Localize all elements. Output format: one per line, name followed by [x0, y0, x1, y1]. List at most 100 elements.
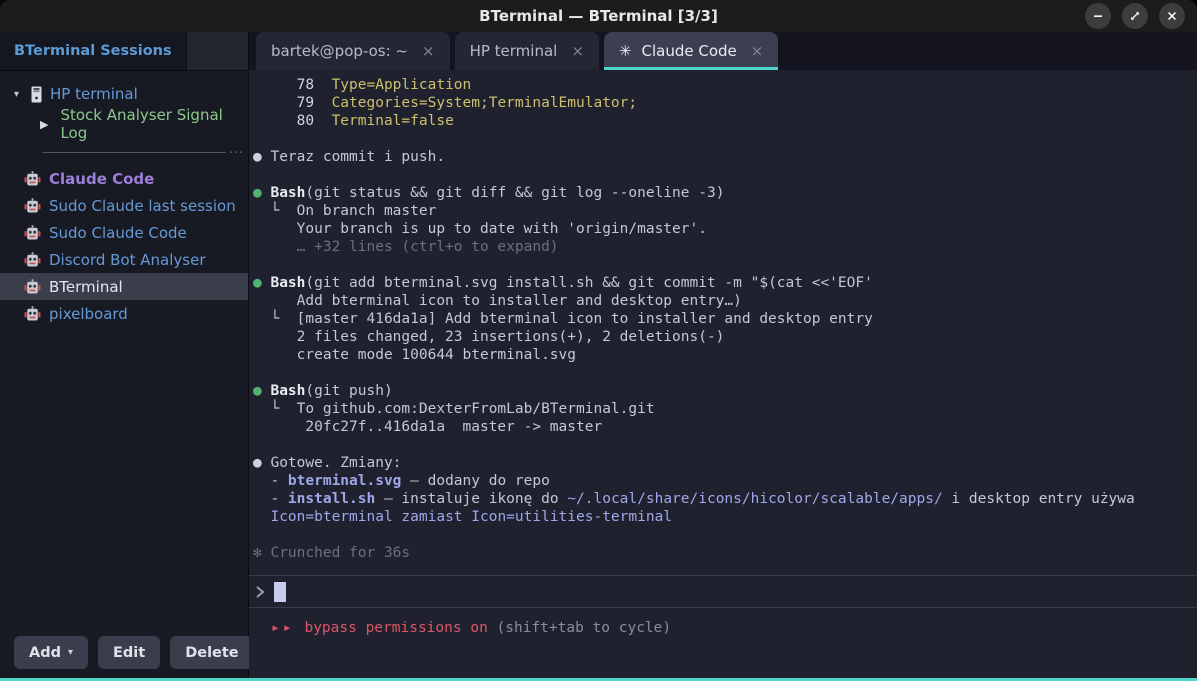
session-item-sudo-claude-code[interactable]: Sudo Claude Code	[0, 219, 248, 246]
terminal-line: ● Bash(git push)	[253, 382, 1189, 400]
terminal-line: Icon=bterminal zamiast Icon=utilities-te…	[253, 508, 1189, 526]
terminal-line	[253, 526, 1189, 544]
tree-item-hp-terminal[interactable]: ▾ HP terminal	[0, 79, 248, 109]
terminal-line: ● Bash(git status && git diff && git log…	[253, 184, 1189, 202]
close-tab-icon[interactable]: ×	[751, 42, 764, 60]
terminal-line	[253, 166, 1189, 184]
button-label: Edit	[113, 645, 145, 661]
button-label: Add	[29, 645, 61, 661]
add-button[interactable]: Add ▾	[14, 636, 88, 669]
terminal-output: 78 Type=Application 79 Categories=System…	[249, 70, 1197, 575]
terminal-line: create mode 100644 bterminal.svg	[253, 346, 1189, 364]
tab-bar: bartek@pop-os: ~ × HP terminal × ✳ Claude Cod…	[249, 32, 1197, 70]
sidebar-buttons: Add ▾ Edit Delete	[0, 636, 248, 678]
tab-label: bartek@pop-os: ~	[271, 42, 408, 60]
sidebar-divider: …	[0, 139, 248, 165]
maximize-button[interactable]	[1122, 3, 1148, 29]
button-label: Delete	[185, 645, 238, 661]
terminal-line: 2 files changed, 23 insertions(+), 2 del…	[253, 328, 1189, 346]
minimize-icon	[1092, 10, 1104, 22]
robot-icon	[24, 279, 41, 295]
edit-button[interactable]: Edit	[98, 636, 160, 669]
sidebar-header: BTerminal Sessions	[0, 32, 248, 71]
terminal-line	[253, 436, 1189, 454]
session-item-discord-bot-analyser[interactable]: Discord Bot Analyser	[0, 246, 248, 273]
minimize-button[interactable]	[1085, 3, 1111, 29]
session-label: pixelboard	[49, 305, 128, 323]
divider-dots-icon: …	[229, 142, 244, 156]
tab-hp-terminal[interactable]: HP terminal ×	[455, 32, 599, 70]
close-button[interactable]	[1159, 3, 1185, 29]
terminal-line: └ To github.com:DexterFromLab/BTerminal.…	[253, 400, 1189, 418]
terminal-line: 80 Terminal=false	[253, 112, 1189, 130]
bterminal-window: BTerminal — BTerminal [3/3] BTerminal Se…	[0, 0, 1197, 681]
session-tree: ▾ HP terminal ▶ Stock Analyser Signal Lo…	[0, 71, 248, 327]
robot-icon	[24, 198, 41, 214]
divider-line	[43, 152, 226, 153]
sessions-sidebar: BTerminal Sessions ▾ HP terminal ▶ Stock…	[0, 32, 249, 678]
session-label: Discord Bot Analyser	[49, 251, 205, 269]
terminal-line: Add bterminal icon to installer and desk…	[253, 292, 1189, 310]
robot-icon	[24, 252, 41, 268]
close-icon	[1166, 10, 1178, 22]
permissions-hint-text: (shift+tab to cycle)	[497, 620, 672, 636]
sidebar-header-filler	[187, 32, 248, 70]
terminal-line: └ On branch master	[253, 202, 1189, 220]
terminal-line	[253, 364, 1189, 382]
session-label: Sudo Claude Code	[49, 224, 187, 242]
title-bar: BTerminal — BTerminal [3/3]	[0, 0, 1197, 32]
session-label: Sudo Claude last session	[49, 197, 236, 215]
sidebar-header-tab: BTerminal Sessions	[0, 32, 187, 70]
session-item-pixelboard[interactable]: pixelboard	[0, 300, 248, 327]
main-area: bartek@pop-os: ~ × HP terminal × ✳ Claude Cod…	[249, 32, 1197, 678]
terminal-line: - bterminal.svg — dodany do repo	[253, 472, 1189, 490]
terminal-line: └ [master 416da1a] Add bterminal icon to…	[253, 310, 1189, 328]
tab-claude-code[interactable]: ✳ Claude Code ×	[604, 32, 778, 70]
caret-down-icon[interactable]: ▾	[10, 89, 23, 100]
window-title: BTerminal — BTerminal [3/3]	[0, 7, 1197, 25]
session-item-claude-code[interactable]: Claude Code	[0, 165, 248, 192]
robot-icon	[24, 225, 41, 241]
terminal-line: 20fc27f..416da1a master -> master	[253, 418, 1189, 436]
delete-button[interactable]: Delete	[170, 636, 253, 669]
terminal-line: - install.sh — instaluje ikonę do ~/.loc…	[253, 490, 1189, 508]
maximize-icon	[1129, 10, 1141, 22]
close-tab-icon[interactable]: ×	[571, 42, 584, 60]
session-label: Claude Code	[49, 170, 154, 188]
terminal-line	[253, 130, 1189, 148]
robot-icon	[24, 306, 41, 322]
session-log-label: Stock Analyser Signal Log	[60, 106, 248, 142]
permissions-status-bar[interactable]: ▸▸ bypass permissions on (shift+tab to c…	[249, 608, 1197, 678]
play-icon: ▶	[40, 118, 48, 131]
terminal: 78 Type=Application 79 Categories=System…	[249, 70, 1197, 678]
session-item-bterminal[interactable]: BTerminal	[0, 273, 248, 300]
terminal-line: ● Gotowe. Zmiany:	[253, 454, 1189, 472]
terminal-line: 79 Categories=System;TerminalEmulator;	[253, 94, 1189, 112]
tree-item-stock-analyser-signal-log[interactable]: ▶ Stock Analyser Signal Log	[0, 109, 248, 139]
session-list: Claude Code Sudo Claude last session Sudo …	[0, 165, 248, 327]
host-label: HP terminal	[50, 85, 138, 103]
tab-bartek-pop-os[interactable]: bartek@pop-os: ~ ×	[256, 32, 450, 70]
session-item-sudo-claude-last-session[interactable]: Sudo Claude last session	[0, 192, 248, 219]
permissions-status-text: bypass permissions on	[304, 620, 487, 636]
tab-label: HP terminal	[470, 42, 558, 60]
robot-icon	[24, 171, 41, 187]
window-controls	[1085, 3, 1197, 29]
caret-down-icon: ▾	[68, 647, 73, 658]
text-cursor	[274, 582, 286, 602]
terminal-line	[253, 256, 1189, 274]
computer-icon	[30, 86, 43, 103]
terminal-line: Your branch is up to date with 'origin/m…	[253, 220, 1189, 238]
terminal-line: 78 Type=Application	[253, 76, 1189, 94]
double-arrow-icon: ▸▸	[271, 620, 294, 636]
session-label: BTerminal	[49, 278, 123, 296]
tab-label: Claude Code	[641, 42, 736, 60]
terminal-line: ● Bash(git add bterminal.svg install.sh …	[253, 274, 1189, 292]
terminal-line: ✻ Crunched for 36s	[253, 544, 1189, 562]
terminal-line: … +32 lines (ctrl+o to expand)	[253, 238, 1189, 256]
close-tab-icon[interactable]: ×	[422, 42, 435, 60]
activity-asterisk-icon: ✳	[619, 42, 632, 60]
terminal-line: ● Teraz commit i push.	[253, 148, 1189, 166]
prompt-chevron-icon	[255, 584, 265, 600]
prompt-row[interactable]	[249, 576, 1197, 607]
